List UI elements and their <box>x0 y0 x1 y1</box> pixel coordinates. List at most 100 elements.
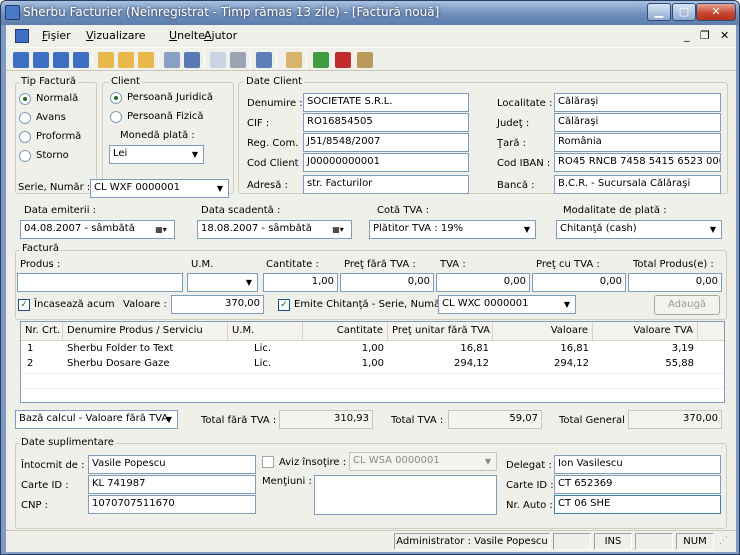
judet-input[interactable]: Călăraşi <box>554 113 721 132</box>
incaseaza-checkbox[interactable]: ✓ <box>18 299 30 311</box>
menu-vizualizare[interactable]: Vizualizare <box>86 29 146 42</box>
chitanta-checkbox[interactable]: ✓ <box>278 299 290 311</box>
mdi-close-icon[interactable]: ✕ <box>720 29 729 42</box>
carte-input[interactable]: KL 741987 <box>88 475 256 494</box>
aviz-checkbox[interactable] <box>262 456 274 468</box>
print-icon[interactable] <box>230 52 246 68</box>
radio-persoana-juridica[interactable] <box>110 92 122 104</box>
cnp-label: CNP : <box>21 500 49 511</box>
refresh-icon[interactable] <box>313 52 329 68</box>
um-select[interactable]: ▼ <box>187 273 258 292</box>
new-order-icon[interactable] <box>73 52 89 68</box>
intocmit-input[interactable]: Vasile Popescu <box>88 455 256 474</box>
moneda-select[interactable]: Lei ▼ <box>109 145 204 164</box>
app-icon[interactable] <box>5 5 20 20</box>
notes-icon[interactable] <box>286 52 302 68</box>
radio-persoana-fizica[interactable] <box>110 111 122 123</box>
nr-auto-input[interactable]: CT 06 SHE <box>554 495 721 514</box>
open-notices-icon[interactable] <box>138 52 154 68</box>
col-valoare-tva[interactable]: Valoare TVA <box>593 322 698 341</box>
tva-select[interactable]: Plătitor TVA : 19% ▼ <box>369 220 536 239</box>
delegat-carte-label: Carte ID : <box>506 480 554 491</box>
close-button[interactable]: ✕ <box>696 3 736 21</box>
adauga-button[interactable]: Adaugă <box>654 295 720 315</box>
col-denumire[interactable]: Denumire Produs / Serviciu <box>63 322 228 341</box>
users-icon[interactable] <box>357 52 373 68</box>
table-row[interactable]: 1 Sherbu Folder to Text Lic. 1,00 16,81 … <box>21 343 724 357</box>
regcom-input[interactable]: J51/8548/2007 <box>303 133 469 152</box>
open-folder-icon[interactable] <box>98 52 114 68</box>
emitere-value: 04.08.2007 - sâmbătă <box>24 223 135 234</box>
save-as-icon[interactable] <box>184 52 200 68</box>
mdi-minimize-icon[interactable]: _ <box>684 29 690 42</box>
chitanta-value: CL WXC 0000001 <box>442 298 529 309</box>
products-table[interactable]: Nr. Crt. Denumire Produs / Serviciu U.M.… <box>20 321 725 403</box>
menu-unelte[interactable]: Unelte <box>169 29 205 42</box>
valoare-input[interactable]: 370,00 <box>171 295 264 314</box>
incaseaza-label: Încasează acum <box>34 299 115 310</box>
open-receipts-icon[interactable] <box>118 52 134 68</box>
minimize-button[interactable]: ▁ <box>647 3 671 21</box>
iban-input[interactable]: RO45 RNCB 7458 5415 6523 0001 <box>554 153 721 172</box>
radio-storno-label: Storno <box>36 150 69 161</box>
menu-fisier[interactable]: Fişier <box>42 29 71 42</box>
chevron-down-icon: ▼ <box>216 184 224 193</box>
banca-input[interactable]: B.C.R. - Sucursala Călăraşi <box>554 175 721 194</box>
produs-input[interactable] <box>17 273 183 292</box>
status-ins: INS <box>594 533 632 550</box>
scadenta-value: 18.08.2007 - sâmbătă <box>201 223 312 234</box>
pret-tva-input[interactable]: 0,00 <box>532 273 626 292</box>
codclient-input[interactable]: J00000000001 <box>303 153 469 172</box>
table-row[interactable]: 2 Sherbu Dosare Gaze Lic. 1,00 294,12 29… <box>21 358 724 372</box>
database-icon[interactable] <box>256 52 272 68</box>
new-notice-icon[interactable] <box>53 52 69 68</box>
chitanta-select[interactable]: CL WXC 0000001 ▼ <box>438 295 576 314</box>
delegat-input[interactable]: Ion Vasilescu <box>554 455 721 474</box>
col-nr-crt[interactable]: Nr. Crt. <box>21 322 63 341</box>
serie-label: Serie, Număr : <box>18 182 91 193</box>
document-icon[interactable] <box>15 29 29 43</box>
row-valoare: 16,81 <box>560 343 589 354</box>
cif-input[interactable]: RO16854505 <box>303 113 469 132</box>
save-icon[interactable] <box>164 52 180 68</box>
adresa-input[interactable]: str. Facturilor <box>303 175 469 194</box>
tara-input[interactable]: România <box>554 133 721 152</box>
cnp-input[interactable]: 1070707511670 <box>88 495 256 514</box>
radio-avans[interactable] <box>19 112 31 124</box>
denumire-input[interactable]: SOCIETATE S.R.L. <box>303 93 469 112</box>
delegat-carte-input[interactable]: CT 652369 <box>554 475 721 494</box>
aviz-select[interactable]: CL WSA 0000001 ▼ <box>349 452 497 471</box>
menu-ajutor[interactable]: Ajutor <box>204 29 237 42</box>
col-pret-unitar[interactable]: Preţ unitar fără TVA <box>388 322 493 341</box>
produs-label: Produs : <box>20 259 61 270</box>
title-bar[interactable]: Sherbu Facturier (Neînregistrat - Timp r… <box>1 1 739 25</box>
radio-proforma[interactable] <box>19 131 31 143</box>
mdi-restore-icon[interactable]: ❐ <box>700 29 710 42</box>
tva-produs-input[interactable]: 0,00 <box>436 273 530 292</box>
col-um[interactable]: U.M. <box>228 322 303 341</box>
radio-avans-label: Avans <box>36 112 66 123</box>
resize-grip-icon[interactable]: ⋰ <box>719 536 728 546</box>
radio-normala[interactable] <box>19 93 31 105</box>
scadenta-date-picker[interactable]: 18.08.2007 - sâmbătă ▦▾ <box>197 220 352 239</box>
localitate-input[interactable]: Călăraşi <box>554 93 721 112</box>
maximize-button[interactable]: ▢ <box>672 3 696 21</box>
print-preview-icon[interactable] <box>210 52 226 68</box>
app-window: Sherbu Facturier (Neînregistrat - Timp r… <box>0 0 740 555</box>
radio-storno[interactable] <box>19 150 31 162</box>
new-invoice-icon[interactable] <box>13 52 29 68</box>
col-cantitate[interactable]: Cantitate <box>303 322 388 341</box>
baza-calcul-select[interactable]: Bază calcul - Valoare fără TVA ▼ <box>15 410 178 429</box>
plata-select[interactable]: Chitanţă (cash) ▼ <box>556 220 722 239</box>
pret-input[interactable]: 0,00 <box>340 273 434 292</box>
total-produs-input[interactable]: 0,00 <box>628 273 722 292</box>
cantitate-input[interactable]: 1,00 <box>263 273 338 292</box>
client-title: Client <box>109 76 142 87</box>
chevron-down-icon: ▼ <box>484 457 492 466</box>
col-valoare[interactable]: Valoare <box>493 322 593 341</box>
mentiuni-textarea[interactable] <box>314 475 497 515</box>
serie-select[interactable]: CL WXF 0000001 ▼ <box>90 179 229 198</box>
new-receipt-icon[interactable] <box>33 52 49 68</box>
bug-icon[interactable] <box>335 52 351 68</box>
emitere-date-picker[interactable]: 04.08.2007 - sâmbătă ▦▾ <box>20 220 175 239</box>
